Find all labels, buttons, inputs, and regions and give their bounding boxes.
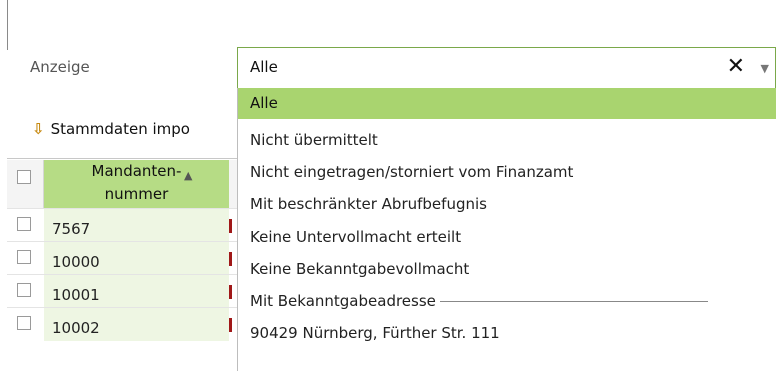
chevron-down-icon[interactable]: ▼	[761, 62, 769, 75]
header-select-cell	[7, 160, 44, 208]
row-checkbox[interactable]	[17, 217, 31, 231]
mandantennummer-cell: 10001	[44, 275, 229, 308]
mandantennummer-cell: 10002	[44, 308, 229, 341]
column-header-label-line1: Mandanten-	[91, 162, 182, 180]
import-label: Stammdaten impo	[50, 120, 190, 138]
panel-left-border	[7, 0, 8, 50]
filter-dropdown-list: Alle Nicht übermittelt Nicht eingetragen…	[237, 88, 776, 371]
dropdown-group-header: Mit Bekanntgabeadresse	[238, 286, 776, 317]
mandantennummer-cell: 7567	[44, 209, 229, 242]
dropdown-option-nicht-eingetragen[interactable]: Nicht eingetragen/storniert vom Finanzam…	[238, 157, 776, 188]
dropdown-option-nicht-uebermittelt[interactable]: Nicht übermittelt	[238, 125, 776, 156]
row-checkbox[interactable]	[17, 283, 31, 297]
group-label: Mit Bekanntgabeadresse	[250, 292, 436, 310]
table-row[interactable]: 7567	[7, 208, 239, 242]
group-divider	[439, 301, 708, 302]
table-row[interactable]: 10002	[7, 307, 239, 341]
dropdown-option-alle[interactable]: Alle	[238, 88, 776, 119]
grid-divider	[7, 158, 239, 159]
filter-value[interactable]: Alle	[250, 58, 278, 76]
arrow-down-icon: ⇩	[32, 120, 45, 138]
row-checkbox[interactable]	[17, 250, 31, 264]
row-marker	[229, 252, 232, 266]
select-all-checkbox[interactable]	[17, 170, 31, 184]
row-marker	[229, 285, 232, 299]
row-checkbox[interactable]	[17, 316, 31, 330]
filter-label: Anzeige	[30, 58, 90, 76]
grid-header: Mandanten- nummer ▲	[7, 160, 239, 208]
table-row[interactable]: 10001	[7, 274, 239, 308]
dropdown-option-keine-bekanntgabevollmacht[interactable]: Keine Bekanntgabevollmacht	[238, 254, 776, 285]
dropdown-option-beschraenkte-abrufbefugnis[interactable]: Mit beschränkter Abrufbefugnis	[238, 189, 776, 220]
mandantennummer-cell: 10000	[44, 242, 229, 275]
clear-icon[interactable]: ✕	[727, 54, 745, 79]
row-marker	[229, 318, 232, 332]
import-stammdaten-button[interactable]: ⇩ Stammdaten impo	[32, 120, 190, 138]
dropdown-option-address[interactable]: 90429 Nürnberg, Fürther Str. 111	[238, 318, 776, 349]
row-marker	[229, 219, 232, 233]
filter-combobox[interactable]: Alle ✕ ▼	[237, 47, 776, 89]
column-header-label-line2: nummer	[104, 185, 169, 203]
table-row[interactable]: 10000	[7, 241, 239, 275]
dropdown-option-keine-untervollmacht[interactable]: Keine Untervollmacht erteilt	[238, 222, 776, 253]
sort-ascending-icon[interactable]: ▲	[184, 164, 192, 187]
column-header-mandantennummer[interactable]: Mandanten- nummer ▲	[44, 160, 229, 208]
